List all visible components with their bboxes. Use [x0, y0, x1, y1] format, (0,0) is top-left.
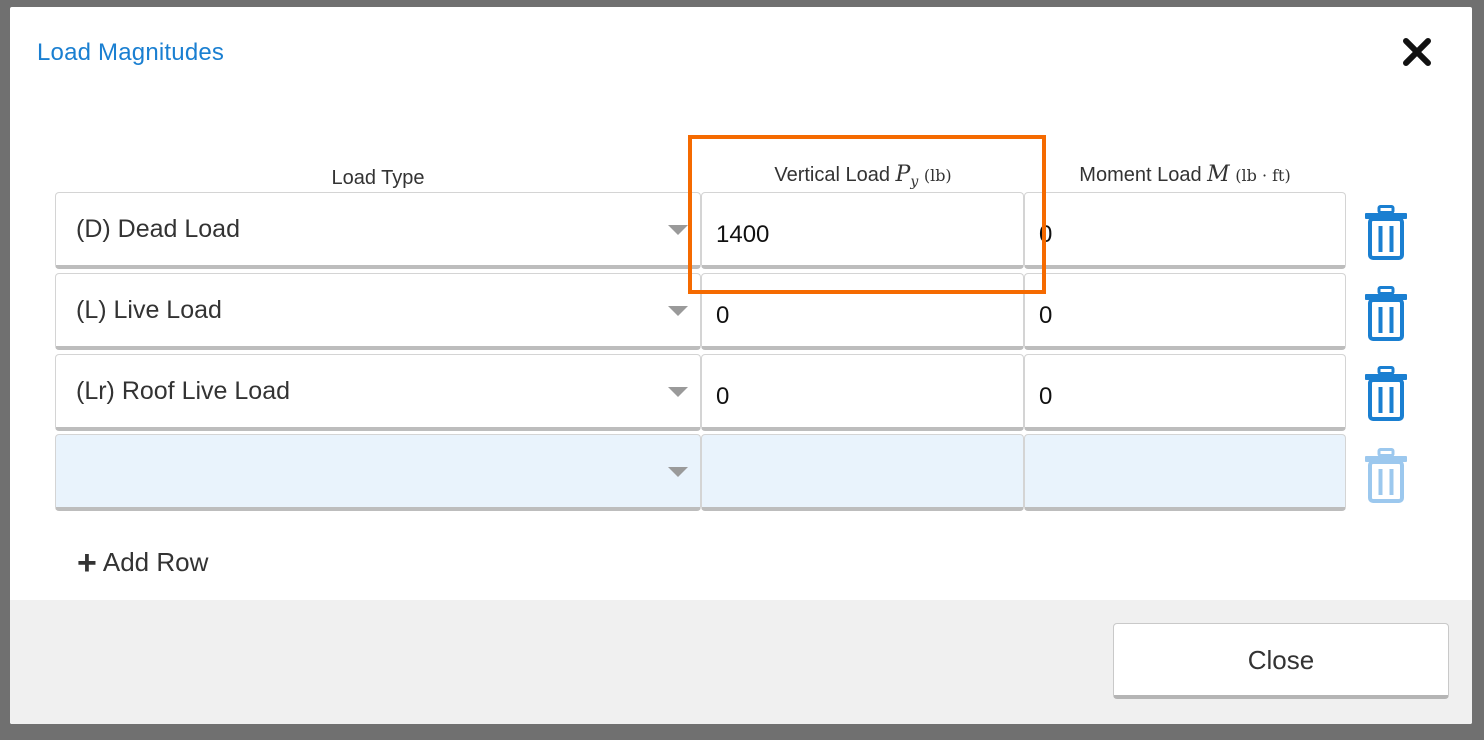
vertical-load-value: 0 — [716, 302, 730, 329]
close-icon[interactable] — [1400, 35, 1434, 69]
moment-load-value: 0 — [1039, 302, 1053, 329]
trash-icon — [1365, 448, 1407, 503]
moment-load-value: 0 — [1039, 383, 1053, 410]
plus-icon: + — [77, 543, 97, 582]
vertical-load-label: Vertical Load — [774, 164, 890, 186]
trash-icon[interactable] — [1363, 366, 1409, 422]
load-magnitudes-dialog: Load Magnitudes Load Type Vertical Load … — [10, 7, 1472, 724]
load-type-value: (D) Dead Load — [76, 215, 240, 243]
vertical-load-input[interactable]: 0 — [701, 273, 1024, 350]
vertical-load-symbol: P — [895, 162, 911, 187]
close-button[interactable]: Close — [1113, 623, 1449, 699]
load-type-select[interactable]: (Lr) Roof Live Load — [55, 354, 701, 431]
dialog-title: Load Magnitudes — [37, 39, 225, 66]
vertical-load-unit: (lb) — [923, 166, 952, 185]
load-type-select[interactable] — [55, 434, 701, 511]
load-type-select[interactable]: (L) Live Load — [55, 273, 701, 350]
column-header-vertical-load: Vertical Load Py (lb) — [702, 162, 1024, 190]
add-row-button[interactable]: + Add Row — [77, 543, 209, 582]
add-row-label: Add Row — [102, 547, 209, 577]
moment-load-unit: (lb · ft) — [1235, 166, 1291, 185]
column-header-moment-load: Moment Load M (lb · ft) — [1024, 162, 1346, 187]
vertical-load-input[interactable]: 1400 — [701, 192, 1024, 269]
dropdown-arrow-icon — [668, 225, 688, 235]
dialog-footer: Close — [10, 600, 1472, 724]
moment-load-symbol: M — [1207, 162, 1230, 187]
column-header-load-type: Load Type — [331, 167, 425, 189]
vertical-load-subscript: y — [910, 174, 919, 190]
moment-load-input[interactable]: 0 — [1024, 354, 1346, 431]
trash-icon[interactable] — [1363, 286, 1409, 342]
dropdown-arrow-icon — [668, 467, 688, 477]
moment-load-input[interactable]: 0 — [1024, 273, 1346, 350]
moment-load-label: Moment Load — [1079, 164, 1202, 186]
load-type-value: (L) Live Load — [76, 296, 222, 324]
dropdown-arrow-icon — [668, 306, 688, 316]
vertical-load-input[interactable]: 0 — [701, 354, 1024, 431]
moment-load-input[interactable]: 0 — [1024, 192, 1346, 269]
load-type-select[interactable]: (D) Dead Load — [55, 192, 701, 269]
moment-load-value: 0 — [1039, 221, 1053, 248]
trash-icon[interactable] — [1363, 205, 1409, 261]
moment-load-input[interactable] — [1024, 434, 1346, 511]
load-type-value: (Lr) Roof Live Load — [76, 377, 291, 405]
vertical-load-input[interactable] — [701, 434, 1024, 511]
vertical-load-value: 0 — [716, 383, 730, 410]
vertical-load-value: 1400 — [716, 221, 770, 248]
dropdown-arrow-icon — [668, 387, 688, 397]
